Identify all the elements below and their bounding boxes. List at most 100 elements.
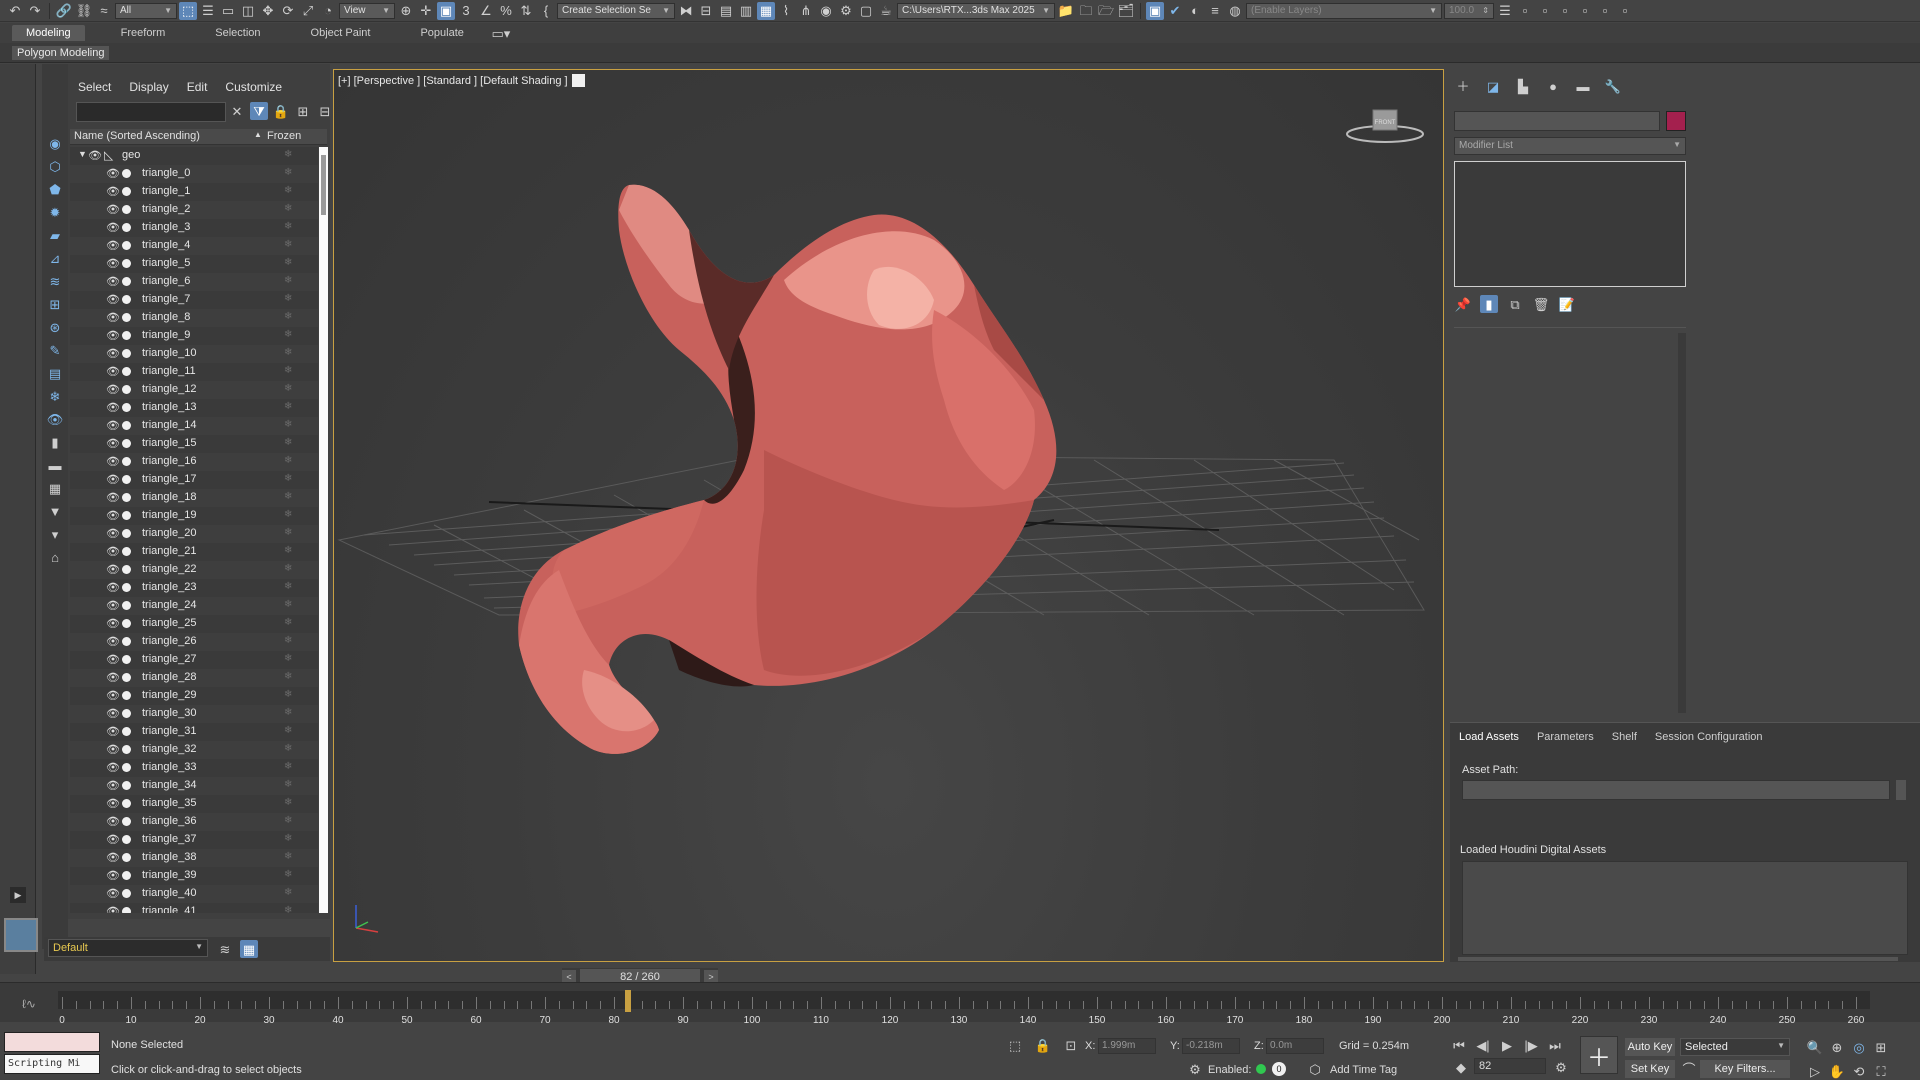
x-coord-field[interactable]: 1.999m [1098, 1038, 1156, 1054]
list-item[interactable]: 👁 triangle_29 ❄ [70, 687, 318, 705]
visibility-eye-icon[interactable]: 👁 [106, 581, 120, 594]
display-frozen-icon[interactable]: ▮ [46, 433, 64, 451]
unlink-icon[interactable]: ⛓ [75, 2, 93, 20]
modifier-stack[interactable] [1454, 161, 1686, 287]
time-slider-thumb[interactable] [624, 990, 631, 1012]
hierarchy-tab-icon[interactable]: ▙ [1514, 77, 1532, 95]
maximize-viewport-icon[interactable]: ⛶ [1872, 1062, 1890, 1080]
freeze-icon[interactable]: ❄ [284, 599, 292, 610]
list-item[interactable]: 👁 triangle_39 ❄ [70, 867, 318, 885]
scene-search-input[interactable] [76, 102, 226, 122]
toggle-scene-explorer-icon[interactable]: ▤ [717, 2, 735, 20]
freeze-icon[interactable]: ❄ [284, 545, 292, 556]
select-rotate-icon[interactable]: ⟳ [279, 2, 297, 20]
display-geometry-icon[interactable]: ⬡ [46, 157, 64, 175]
freeze-icon[interactable]: ❄ [284, 347, 292, 358]
select-by-name-icon[interactable]: ☰ [199, 2, 217, 20]
visibility-eye-icon[interactable]: 👁 [106, 437, 120, 450]
auto-key-button[interactable]: Auto Key [1625, 1038, 1675, 1056]
render-dot-icon[interactable] [122, 403, 131, 412]
track-bar[interactable]: 0 10 20 30 40 50 60 70 80 90 100 110 120 130 140 150 160… [58, 991, 1870, 1026]
render-dot-icon[interactable] [122, 655, 131, 664]
display-live-icon[interactable]: ▬ [46, 456, 64, 474]
visibility-eye-icon[interactable]: 👁 [106, 725, 120, 738]
render-dot-icon[interactable] [122, 691, 131, 700]
freeze-icon[interactable]: ❄ [284, 167, 292, 178]
named-selection-dropdown[interactable]: Create Selection Se ▼ [557, 2, 675, 19]
expand-icon[interactable]: ▼ [78, 149, 87, 159]
scrollbar-thumb[interactable] [321, 155, 326, 215]
list-item[interactable]: 👁 triangle_7 ❄ [70, 291, 318, 309]
edit-named-selection-icon[interactable]: { [537, 2, 555, 20]
freeze-icon[interactable]: ❄ [284, 563, 292, 574]
browse-button[interactable] [1896, 780, 1906, 800]
rendered-frame-icon[interactable]: ▢ [857, 2, 875, 20]
maxscript-listener-output[interactable] [4, 1032, 100, 1052]
list-item[interactable]: 👁 triangle_36 ❄ [70, 813, 318, 831]
visibility-eye-icon[interactable]: 👁 [106, 185, 120, 198]
column-frozen-header[interactable]: Frozen [267, 130, 301, 142]
tab-freeform[interactable]: Freeform [107, 25, 180, 41]
display-particles-icon[interactable]: ❄ [46, 387, 64, 405]
render-dot-icon[interactable] [122, 745, 131, 754]
display-cameras-icon[interactable]: ▰ [46, 226, 64, 244]
render-dot-icon[interactable] [122, 511, 131, 520]
freeze-icon[interactable]: ❄ [284, 185, 292, 196]
filter-color-icon[interactable]: ▾ [46, 525, 64, 543]
snap-toggle-icon[interactable]: 3 [457, 2, 475, 20]
list-item[interactable]: 👁 triangle_19 ❄ [70, 507, 318, 525]
freeze-icon[interactable]: ❄ [284, 833, 292, 844]
render-dot-icon[interactable] [122, 295, 131, 304]
toggle-ribbon-icon[interactable]: ▦ [757, 1, 775, 20]
select-place-icon[interactable]: ◔ [319, 2, 337, 20]
visibility-eye-icon[interactable]: 👁 [106, 887, 120, 900]
play-icon[interactable]: ▶ [1498, 1036, 1516, 1054]
freeze-icon[interactable]: ❄ [284, 221, 292, 232]
visibility-eye-icon[interactable]: 👁 [106, 869, 120, 882]
freeze-icon[interactable]: ❄ [284, 671, 292, 682]
redo-icon[interactable]: ↷ [26, 2, 44, 20]
freeze-icon[interactable]: ❄ [284, 149, 292, 160]
render-dot-icon[interactable] [122, 439, 131, 448]
render-dot-icon[interactable] [122, 349, 131, 358]
list-item[interactable]: 👁 triangle_17 ❄ [70, 471, 318, 489]
create-tab-icon[interactable]: ＋ [1454, 77, 1472, 95]
isolate-selection-icon[interactable]: ⬚ [1006, 1036, 1024, 1054]
render-dot-icon[interactable] [122, 457, 131, 466]
render-dot-icon[interactable] [122, 385, 131, 394]
display-tab-icon[interactable]: ▬ [1574, 77, 1592, 95]
orbit-icon[interactable]: ⟲ [1850, 1062, 1868, 1080]
visibility-eye-icon[interactable]: 👁 [106, 257, 120, 270]
next-frame-icon[interactable]: |▶ [1522, 1036, 1540, 1054]
menu-display[interactable]: Display [129, 80, 168, 94]
display-hidden-icon[interactable]: 👁 [46, 410, 64, 428]
visibility-eye-icon[interactable]: 👁 [106, 761, 120, 774]
utilities-tab-icon[interactable]: 🔧 [1604, 77, 1622, 95]
time-tag-icon[interactable]: ⬡ [1306, 1060, 1324, 1078]
visibility-eye-icon[interactable]: 👁 [106, 239, 120, 252]
key-filters-button[interactable]: Key Filters... [1700, 1060, 1790, 1078]
bind-spacewarp-icon[interactable]: ≈ [95, 2, 113, 20]
zoom-icon[interactable]: 🔍 [1806, 1038, 1824, 1056]
enabled-status-icon[interactable] [1256, 1064, 1266, 1074]
freeze-icon[interactable]: ❄ [284, 437, 292, 448]
list-item[interactable]: 👁 triangle_8 ❄ [70, 309, 318, 327]
add-time-tag-button[interactable]: Add Time Tag [1330, 1064, 1397, 1076]
display-children-icon[interactable]: ▦ [46, 479, 64, 497]
freeze-icon[interactable]: ❄ [284, 257, 292, 268]
configure-modifier-sets-icon[interactable]: 📝 [1558, 295, 1576, 313]
default-tangents-icon[interactable]: ⌒ [1680, 1060, 1698, 1078]
pan-icon[interactable]: ✋ [1828, 1062, 1846, 1080]
tool-a-icon[interactable]: ▫ [1516, 2, 1534, 20]
visibility-eye-icon[interactable]: 👁 [106, 653, 120, 666]
set-key-button[interactable]: Set Key [1625, 1060, 1675, 1078]
percent-snap-icon[interactable]: % [497, 2, 515, 20]
menu-edit[interactable]: Edit [187, 80, 208, 94]
freeze-icon[interactable]: ❄ [284, 311, 292, 322]
list-item[interactable]: 👁 triangle_27 ❄ [70, 651, 318, 669]
layers-icon[interactable]: ☰ [1496, 2, 1514, 20]
render-dot-icon[interactable] [122, 259, 131, 268]
display-shapes-icon[interactable]: ⬟ [46, 180, 64, 198]
tool-f-icon[interactable]: ▫ [1616, 2, 1634, 20]
freeze-icon[interactable]: ❄ [284, 491, 292, 502]
